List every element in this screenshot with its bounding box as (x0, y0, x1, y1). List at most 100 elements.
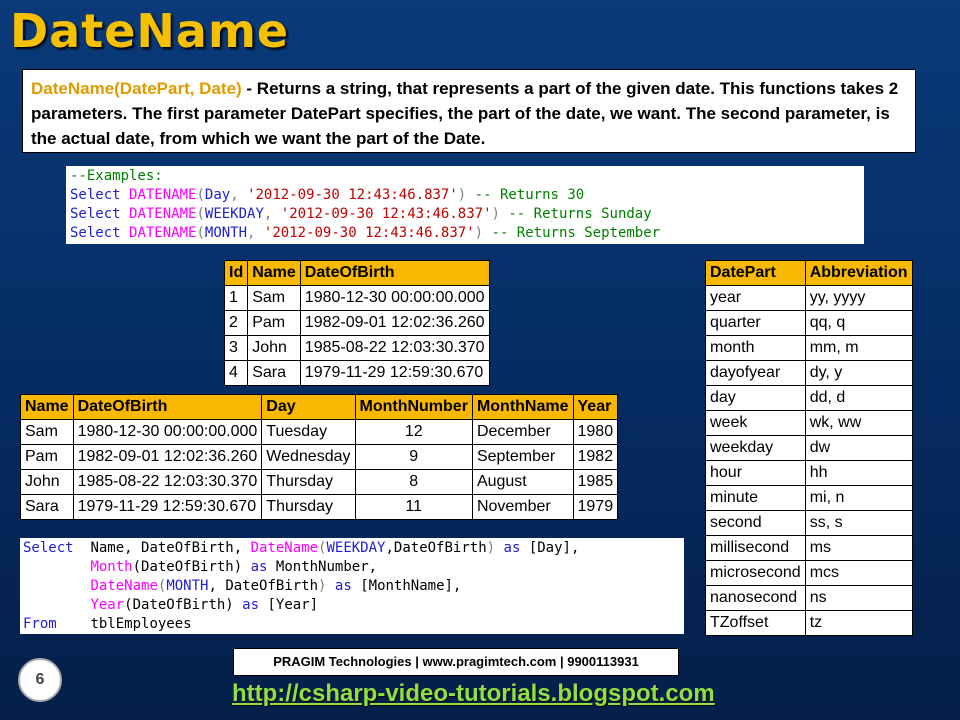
table-row: quarter qq, q (705, 310, 913, 336)
example-line-2: Select DATENAME(WEEKDAY, '2012-09-30 12:… (70, 206, 652, 222)
table-cell: November (471, 494, 574, 520)
table-cell: day (705, 385, 806, 411)
column-header: MonthName (471, 394, 574, 420)
column-header: Day (261, 394, 356, 420)
table-cell: 1979-11-29 12:59:30.670 (299, 360, 490, 386)
table-cell: Sam (20, 419, 74, 445)
table-cell: 1985 (572, 469, 619, 495)
table-cell: Sara (20, 494, 74, 520)
table-row: year yy, yyyy (705, 285, 913, 311)
table-cell: 1985-08-22 12:03:30.370 (299, 335, 490, 361)
table-row: minute mi, n (705, 485, 913, 511)
example-line-1: Select DATENAME(Day, '2012-09-30 12:43:4… (70, 187, 585, 203)
table-row: 2 Pam 1982-09-01 12:02:36.260 (223, 310, 490, 336)
blog-link[interactable]: http://csharp-video-tutorials.blogspot.c… (232, 680, 715, 708)
column-header: MonthNumber (354, 394, 473, 420)
table-cell: Sara (247, 360, 301, 386)
table-cell: Pam (247, 310, 301, 336)
column-header: Abbreviation (804, 260, 913, 286)
table-cell: mi, n (804, 485, 913, 511)
table-cell: weekday (705, 435, 806, 461)
table-row: Sara 1979-11-29 12:59:30.670 Thursday 11 Nov… (20, 494, 619, 520)
table-cell: Thursday (261, 494, 356, 520)
table-row: 1 Sam 1980-12-30 00:00:00.000 (223, 285, 490, 311)
table-row: nanosecond ns (705, 585, 913, 611)
table-cell: hour (705, 460, 806, 486)
table-row: Pam 1982-09-01 12:02:36.260 Wednesday 9 Sept… (20, 444, 619, 470)
table-row: 4 Sara 1979-11-29 12:59:30.670 (223, 360, 490, 386)
table-row: millisecond ms (705, 535, 913, 561)
table-cell: microsecond (705, 560, 806, 586)
examples-code-block: --Examples: Select DATENAME(Day, '2012-0… (66, 166, 864, 244)
table-cell: Thursday (261, 469, 356, 495)
table-cell: TZoffset (705, 610, 806, 636)
table-cell: dd, d (804, 385, 913, 411)
table-cell: dayofyear (705, 360, 806, 386)
table-cell: Tuesday (261, 419, 356, 445)
table-cell: 1979 (572, 494, 619, 520)
slide-title: DateName (10, 4, 290, 58)
column-header: DatePart (705, 260, 806, 286)
table-cell: minute (705, 485, 806, 511)
table-cell: hh (804, 460, 913, 486)
table-cell: September (471, 444, 574, 470)
table-cell: December (471, 419, 574, 445)
table-row: dayofyear dy, y (705, 360, 913, 386)
table-cell: nanosecond (705, 585, 806, 611)
table-cell: 1 (223, 285, 249, 311)
table-cell: John (247, 335, 301, 361)
table-cell: mcs (804, 560, 913, 586)
table-cell: mm, m (804, 335, 913, 361)
table-cell: wk, ww (804, 410, 913, 436)
table-cell: dw (804, 435, 913, 461)
function-signature: DateName(DatePart, Date) (31, 79, 242, 98)
column-header: DateOfBirth (299, 260, 490, 286)
table-cell: 1979-11-29 12:59:30.670 (72, 494, 263, 520)
table-cell: John (20, 469, 74, 495)
table-cell: millisecond (705, 535, 806, 561)
table-cell: ss, s (804, 510, 913, 536)
datepart-table: DatePart Abbreviation year yy, yyyy quarter q… (705, 260, 913, 636)
result-table: Name DateOfBirth Day MonthNumber MonthName Ye… (20, 394, 619, 520)
table-header-row: Name DateOfBirth Day MonthNumber MonthName Ye… (20, 394, 619, 420)
table-cell: week (705, 410, 806, 436)
employees-table: Id Name DateOfBirth 1 Sam 1980-12-30 00:00:00… (223, 260, 490, 386)
column-header: DateOfBirth (72, 394, 263, 420)
column-header: Year (572, 394, 619, 420)
table-row: week wk, ww (705, 410, 913, 436)
table-row: day dd, d (705, 385, 913, 411)
table-cell: yy, yyyy (804, 285, 913, 311)
table-row: 3 John 1985-08-22 12:03:30.370 (223, 335, 490, 361)
table-row: hour hh (705, 460, 913, 486)
table-cell: 1982-09-01 12:02:36.260 (72, 444, 263, 470)
table-row: TZoffset tz (705, 610, 913, 636)
description-box: DateName(DatePart, Date) - Returns a str… (22, 69, 916, 153)
table-row: microsecond mcs (705, 560, 913, 586)
table-cell: Wednesday (261, 444, 356, 470)
table-row: John 1985-08-22 12:03:30.370 Thursday 8 Augu… (20, 469, 619, 495)
example-line-3: Select DATENAME(MONTH, '2012-09-30 12:43… (70, 225, 661, 241)
table-row: second ss, s (705, 510, 913, 536)
table-cell: August (471, 469, 574, 495)
table-cell: 1980 (572, 419, 619, 445)
table-header-row: DatePart Abbreviation (705, 260, 913, 286)
table-row: month mm, m (705, 335, 913, 361)
column-header: Id (223, 260, 249, 286)
table-cell: 8 (354, 469, 473, 495)
table-cell: 1980-12-30 00:00:00.000 (72, 419, 263, 445)
brand-footer: PRAGIM Technologies | www.pragimtech.com… (233, 648, 679, 676)
table-row: Sam 1980-12-30 00:00:00.000 Tuesday 12 Decem… (20, 419, 619, 445)
table-cell: 2 (223, 310, 249, 336)
column-header: Name (247, 260, 301, 286)
table-cell: quarter (705, 310, 806, 336)
table-cell: year (705, 285, 806, 311)
column-header: Name (20, 394, 74, 420)
table-cell: second (705, 510, 806, 536)
table-cell: ms (804, 535, 913, 561)
table-cell: ns (804, 585, 913, 611)
table-cell: 1982 (572, 444, 619, 470)
table-header-row: Id Name DateOfBirth (223, 260, 490, 286)
examples-comment: --Examples: (70, 168, 163, 184)
table-cell: 1980-12-30 00:00:00.000 (299, 285, 490, 311)
table-cell: 12 (354, 419, 473, 445)
